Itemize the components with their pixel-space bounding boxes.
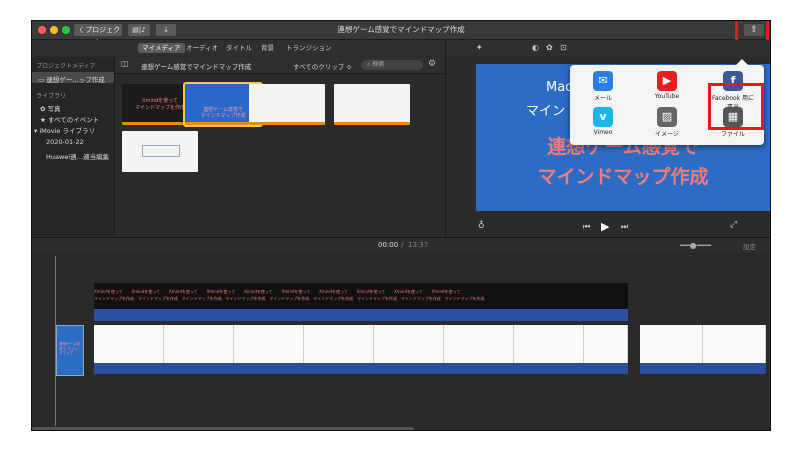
- vimeo-icon: v: [593, 107, 613, 127]
- image-icon: ▨: [657, 107, 677, 127]
- clip-used-bar: [249, 122, 325, 125]
- video-frame: [514, 325, 584, 363]
- share-label: ファイル: [720, 131, 745, 138]
- sidebar-item-imovie-library[interactable]: ▾ iMovie ライブラリ: [34, 125, 95, 135]
- title-track-captions: マインドマップを作成 マインドマップを作成 マインドマップを作成 マインドマップ…: [94, 296, 485, 301]
- second-video-track[interactable]: [640, 325, 766, 363]
- preview-text-partial: マイン: [526, 104, 566, 119]
- playback-controls: ♁ ⏮ ▶ ⏭ ⤢: [445, 217, 770, 237]
- current-time: 00:00: [378, 241, 399, 249]
- title-bar: 〈 プロジェクト ▤|♪ ⇣ 連想ゲーム感覚でマインドマップ作成 ⇧: [32, 21, 770, 46]
- imovie-window: 〈 プロジェクト ▤|♪ ⇣ 連想ゲーム感覚でマインドマップ作成 ⇧ マイメディ…: [31, 20, 771, 431]
- clip-thumbnail[interactable]: [249, 84, 325, 125]
- video-frame: [234, 325, 304, 363]
- mail-icon: ✉: [593, 71, 613, 91]
- video-frame: [164, 325, 234, 363]
- tab-audio[interactable]: オーディオ: [182, 43, 222, 53]
- video-frame: [94, 325, 164, 363]
- preview-text-partial: Mac: [546, 80, 573, 95]
- youtube-icon: ▶: [657, 71, 677, 91]
- skip-back-icon[interactable]: ⏮: [583, 222, 590, 232]
- tab-backgrounds[interactable]: 背景: [257, 43, 278, 53]
- browser-header: ◫ 連想ゲーム感覚でマインドマップ作成 すべてのクリップ ≎ ⌕ 検索 ⚙: [115, 57, 444, 74]
- video-frame: [703, 325, 766, 363]
- sidebar-item-event-other[interactable]: Huawei週…適当編集: [46, 151, 109, 161]
- title-track[interactable]: Xmindを使って Xmindを使って Xmindを使って Xmindを使って …: [94, 283, 628, 309]
- main-video-track[interactable]: [94, 325, 628, 363]
- sidebar-item-event-date[interactable]: 2020-01-22: [46, 138, 84, 146]
- share-youtube[interactable]: ▶ YouTube: [644, 71, 690, 100]
- audio-waveform: [640, 363, 766, 374]
- video-frame: [374, 325, 444, 363]
- clip-thumbnail[interactable]: [334, 84, 410, 125]
- star-icon: ★: [40, 116, 48, 124]
- content-tabs: マイメディア オーディオ タイトル 背景 トランジション: [32, 40, 444, 56]
- timeline-scrollbar[interactable]: [32, 427, 414, 430]
- color-correction-icon[interactable]: ✿: [546, 43, 553, 52]
- play-icon[interactable]: ▶: [601, 220, 609, 233]
- sidebar-item-all-events[interactable]: ★ すべてのイベント: [40, 114, 99, 124]
- sidebar-toggle-icon[interactable]: ◫: [121, 59, 129, 68]
- share-label: メール: [593, 95, 612, 102]
- window-title: 連想ゲーム感覚でマインドマップ作成: [337, 25, 465, 34]
- library-sidebar: プロジェクトメディア ▭ 連想ゲー…ップ作成 ライブラリ ✿ 写真 ★ すべての…: [32, 57, 115, 236]
- tab-transitions[interactable]: トランジション: [282, 43, 336, 53]
- magic-wand-icon[interactable]: ✦: [476, 43, 483, 52]
- title-bar-track[interactable]: [94, 309, 628, 321]
- video-frame: [304, 325, 374, 363]
- photos-icon: ✿: [40, 105, 48, 113]
- zoom-slider[interactable]: ━━●━━━: [680, 241, 711, 250]
- time-separator: /: [401, 241, 404, 249]
- sidebar-item-project[interactable]: ▭ 連想ゲー…ップ作成: [38, 74, 105, 84]
- mindmap-sketch: [142, 145, 180, 157]
- film-icon: ▭: [38, 76, 47, 84]
- video-frame: [444, 325, 514, 363]
- clip-filter-select[interactable]: すべてのクリップ ≎: [293, 61, 352, 71]
- search-field[interactable]: ⌕ 検索: [361, 60, 423, 70]
- video-frame: [640, 325, 703, 363]
- clip-used-bar: [334, 122, 410, 125]
- crop-icon[interactable]: ⊡: [560, 43, 567, 52]
- browser-project-title: 連想ゲーム感覚でマインドマップ作成: [141, 63, 252, 71]
- first-video-clip[interactable]: 連想ゲーム感覚で マインドマップ: [56, 325, 84, 376]
- tab-titles[interactable]: タイトル: [222, 43, 256, 53]
- title-track-captions: Xmindを使って Xmindを使って Xmindを使って Xmindを使って …: [94, 289, 461, 294]
- share-label: イメージ: [655, 131, 679, 138]
- settings-gear-icon[interactable]: ⚙: [428, 59, 436, 69]
- share-mail[interactable]: ✉ メール: [580, 71, 626, 102]
- share-image[interactable]: ▨ イメージ: [644, 107, 690, 138]
- timeline-header: 00:00 / 13:37 ━━●━━━ 設定: [32, 238, 770, 253]
- microphone-icon[interactable]: ♁: [478, 221, 485, 231]
- share-label: YouTube: [654, 93, 680, 100]
- viewer-toolbar: ✦ ◐ ✿ ⊡: [446, 40, 770, 57]
- sidebar-item-photos[interactable]: ✿ 写真: [40, 103, 61, 113]
- timeline-settings-button[interactable]: 設定: [743, 241, 756, 251]
- share-label: Vimeo: [593, 129, 613, 136]
- color-balance-icon[interactable]: ◐: [532, 43, 539, 52]
- total-time: 13:37: [408, 241, 429, 249]
- audio-waveform: [94, 363, 628, 374]
- first-clip-caption: 連想ゲーム感覚で マインドマップ: [59, 342, 80, 355]
- fullscreen-icon[interactable]: ⤢: [730, 220, 737, 230]
- project-media-header: プロジェクトメディア: [36, 63, 96, 70]
- skip-forward-icon[interactable]: ⏭: [621, 222, 628, 232]
- preview-title-line2: マインドマップ作成: [537, 166, 709, 188]
- timeline: 00:00 / 13:37 ━━●━━━ 設定 Xmindを使って Xmindを…: [32, 237, 770, 430]
- share-vimeo[interactable]: v Vimeo: [580, 107, 626, 136]
- tab-my-media[interactable]: マイメディア: [138, 43, 185, 53]
- library-header: ライブラリ: [36, 93, 67, 100]
- clip-thumbnail[interactable]: [122, 131, 198, 172]
- file-option-highlight: [708, 83, 764, 130]
- video-frame: [584, 325, 628, 363]
